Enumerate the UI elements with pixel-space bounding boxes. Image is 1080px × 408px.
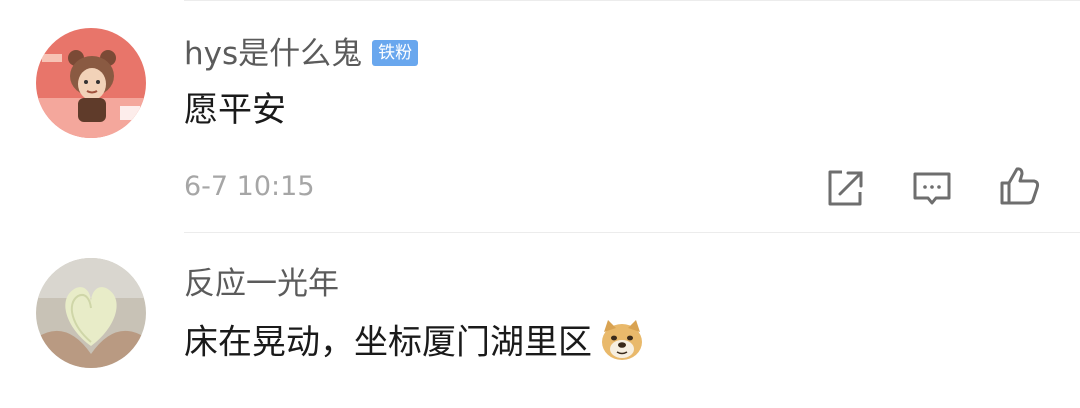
- avatar[interactable]: [36, 258, 146, 368]
- like-button[interactable]: [998, 164, 1042, 208]
- comment-item: 反应一光年 床在晃动，坐标厦门湖里区: [0, 232, 1080, 408]
- username[interactable]: 反应一光年: [184, 264, 339, 304]
- comment-text-label: 床在晃动，坐标厦门湖里区: [184, 322, 592, 363]
- share-button[interactable]: [822, 166, 866, 210]
- reply-icon: [913, 172, 951, 205]
- comment-text: 愿平安: [184, 90, 286, 130]
- doge-emoji-icon: [598, 316, 646, 364]
- avatar[interactable]: [36, 28, 146, 138]
- reply-button[interactable]: [910, 166, 954, 210]
- fan-badge[interactable]: 铁粉: [372, 39, 419, 66]
- like-icon: [1000, 167, 1040, 205]
- comment-item: hys是什么鬼 铁粉 愿平安 6-7 10:15: [0, 0, 1080, 232]
- share-icon: [828, 170, 863, 206]
- username-label[interactable]: hys是什么鬼: [184, 36, 362, 72]
- comment-text: 床在晃动，坐标厦门湖里区: [184, 320, 646, 368]
- timestamp: 6-7 10:15: [184, 171, 315, 202]
- username[interactable]: hys是什么鬼 铁粉: [184, 34, 419, 74]
